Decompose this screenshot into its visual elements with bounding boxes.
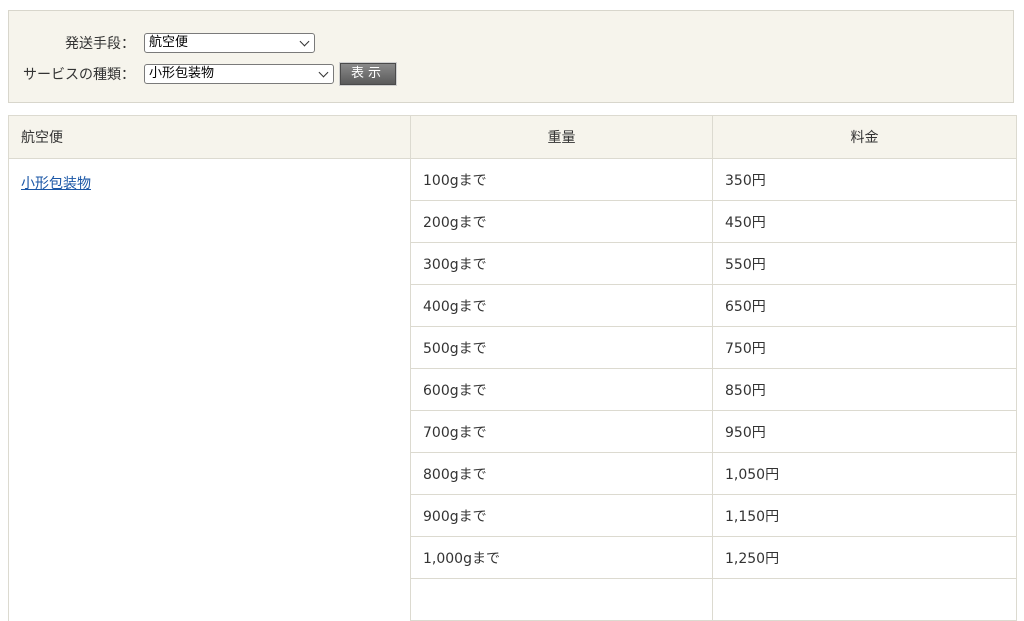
service-type-label: サービスの種類：: [23, 67, 135, 83]
weight-cell: 900gまで: [410, 494, 713, 537]
filter-panel: 発送手段： 航空便 サービスの種類： 小形包装物 表示: [8, 10, 1014, 103]
table-header-row: 航空便 重量 料金: [8, 115, 1017, 159]
service-cell: 小形包装物: [8, 158, 411, 621]
header-service: 航空便: [8, 115, 411, 159]
fee-cell: 950円: [712, 410, 1017, 453]
fee-cell: 750円: [712, 326, 1017, 369]
service-link[interactable]: 小形包装物: [21, 176, 91, 192]
fee-cell: 350円: [712, 158, 1017, 201]
shipping-method-value: 航空便: [149, 35, 189, 50]
header-weight: 重量: [410, 115, 713, 159]
chevron-down-icon: [318, 67, 329, 78]
weight-cell: 600gまで: [410, 368, 713, 411]
fee-cell: 1,150円: [712, 494, 1017, 537]
service-type-select[interactable]: 小形包装物: [144, 64, 334, 84]
header-fee: 料金: [712, 115, 1017, 159]
shipping-method-select[interactable]: 航空便: [144, 33, 315, 53]
weight-cell: 500gまで: [410, 326, 713, 369]
show-button[interactable]: 表示: [339, 62, 397, 86]
service-type-row: サービスの種類： 小形包装物 表示: [9, 62, 397, 86]
weight-cell: 800gまで: [410, 452, 713, 495]
fee-cell: 450円: [712, 200, 1017, 243]
weight-cell: 300gまで: [410, 242, 713, 285]
weight-cell: 700gまで: [410, 410, 713, 453]
chevron-down-icon: [299, 36, 310, 47]
fee-cell: 1,250円: [712, 536, 1017, 579]
rate-table: 航空便 重量 料金 小形包装物 100gまで 350円 200gまで 450円 300gま…: [8, 115, 1017, 621]
fee-cell: 1,050円: [712, 452, 1017, 495]
fee-cell: 850円: [712, 368, 1017, 411]
fee-cell: 650円: [712, 284, 1017, 327]
fee-cell: 550円: [712, 242, 1017, 285]
weight-cell: [410, 578, 713, 621]
shipping-method-label: 発送手段：: [65, 36, 135, 52]
weight-cell: 100gまで: [410, 158, 713, 201]
fee-cell: [712, 578, 1017, 621]
weight-cell: 200gまで: [410, 200, 713, 243]
weight-cell: 1,000gまで: [410, 536, 713, 579]
rate-table-body: 小形包装物 100gまで 350円 200gまで 450円 300gまで 550円 400gま…: [8, 158, 1017, 621]
weight-cell: 400gまで: [410, 284, 713, 327]
service-type-value: 小形包装物: [149, 66, 215, 81]
shipping-method-row: 発送手段： 航空便: [9, 33, 315, 53]
table-row: 小形包装物 100gまで 350円: [8, 158, 1017, 621]
